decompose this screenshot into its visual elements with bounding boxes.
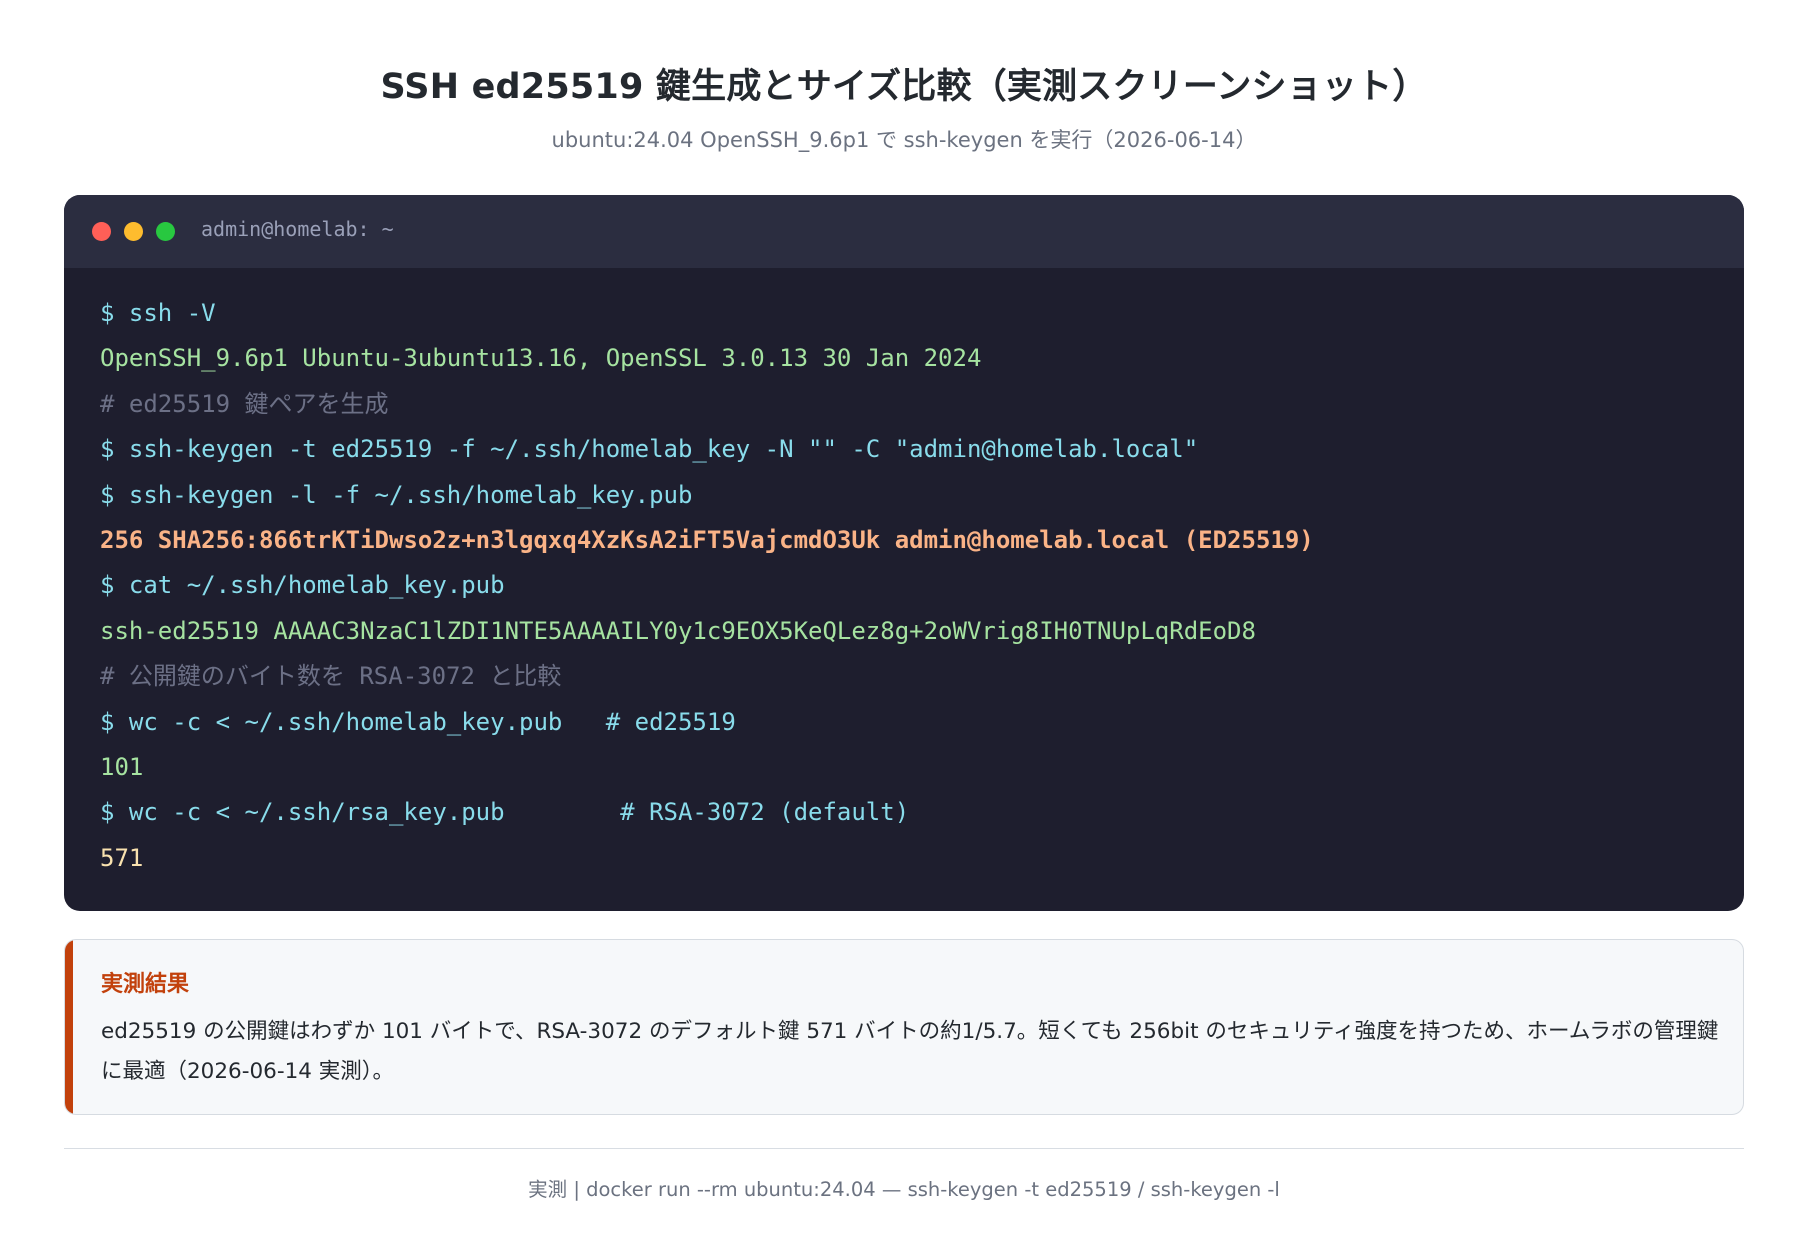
terminal-line-output: ssh-ed25519 AAAAC3NzaC1lZDI1NTE5AAAAILY0… bbox=[100, 616, 1256, 645]
terminal-line-output: 101 bbox=[100, 752, 144, 781]
terminal-line-fingerprint: 256 SHA256:866trKTiDwso2z+n3lgqxq4XzKsA2… bbox=[100, 525, 1314, 554]
terminal-window: admin@homelab: ~ $ ssh -V OpenSSH_9.6p1 … bbox=[64, 195, 1744, 911]
close-window-button[interactable] bbox=[92, 222, 111, 241]
maximize-window-button[interactable] bbox=[156, 222, 175, 241]
page-subtitle: ubuntu:24.04 OpenSSH_9.6p1 で ssh-keygen … bbox=[551, 128, 1257, 152]
terminal-line-output: OpenSSH_9.6p1 Ubuntu-3ubuntu13.16, OpenS… bbox=[100, 344, 982, 373]
terminal-line-command: $ ssh-keygen -l -f ~/.ssh/homelab_key.pu… bbox=[100, 480, 693, 509]
terminal-line-command: $ ssh-keygen -t ed25519 -f ~/.ssh/homela… bbox=[100, 435, 1199, 464]
terminal-line-command: $ ssh -V bbox=[100, 299, 216, 327]
result-callout: 実測結果 ed25519 の公開鍵はわずか 101 バイトで、RSA-3072 … bbox=[64, 939, 1744, 1115]
terminal-line-comment: # 公開鍵のバイト数を RSA-3072 と比較 bbox=[100, 662, 562, 691]
callout-heading: 実測結果 bbox=[101, 972, 190, 997]
terminal-titlebar: admin@homelab: ~ bbox=[64, 195, 1744, 268]
terminal-output[interactable]: $ ssh -V OpenSSH_9.6p1 Ubuntu-3ubuntu13.… bbox=[100, 291, 1714, 881]
terminal-line-command: $ cat ~/.ssh/homelab_key.pub bbox=[100, 571, 505, 600]
terminal-line-command: $ wc -c < ~/.ssh/homelab_key.pub # ed255… bbox=[100, 707, 736, 736]
terminal-line-output: 571 bbox=[100, 843, 144, 872]
terminal-line-comment: # ed25519 鍵ペアを生成 bbox=[100, 389, 389, 418]
minimize-window-button[interactable] bbox=[124, 222, 143, 241]
callout-accent-bar bbox=[65, 940, 73, 1114]
terminal-line-command: $ wc -c < ~/.ssh/rsa_key.pub # RSA-3072 … bbox=[100, 798, 910, 827]
footer-caption: 実測 | docker run --rm ubuntu:24.04 — ssh-… bbox=[528, 1178, 1280, 1201]
footer-divider bbox=[64, 1148, 1744, 1149]
page: SSH ed25519 鍵生成とサイズ比較（実測スクリーンショット） ubunt… bbox=[64, 0, 1744, 1236]
page-title: SSH ed25519 鍵生成とサイズ比較（実測スクリーンショット） bbox=[380, 67, 1428, 107]
terminal-window-title: admin@homelab: ~ bbox=[201, 217, 394, 241]
callout-text: ed25519 の公開鍵はわずか 101 バイトで、RSA-3072 のデフォル… bbox=[101, 1019, 1719, 1084]
